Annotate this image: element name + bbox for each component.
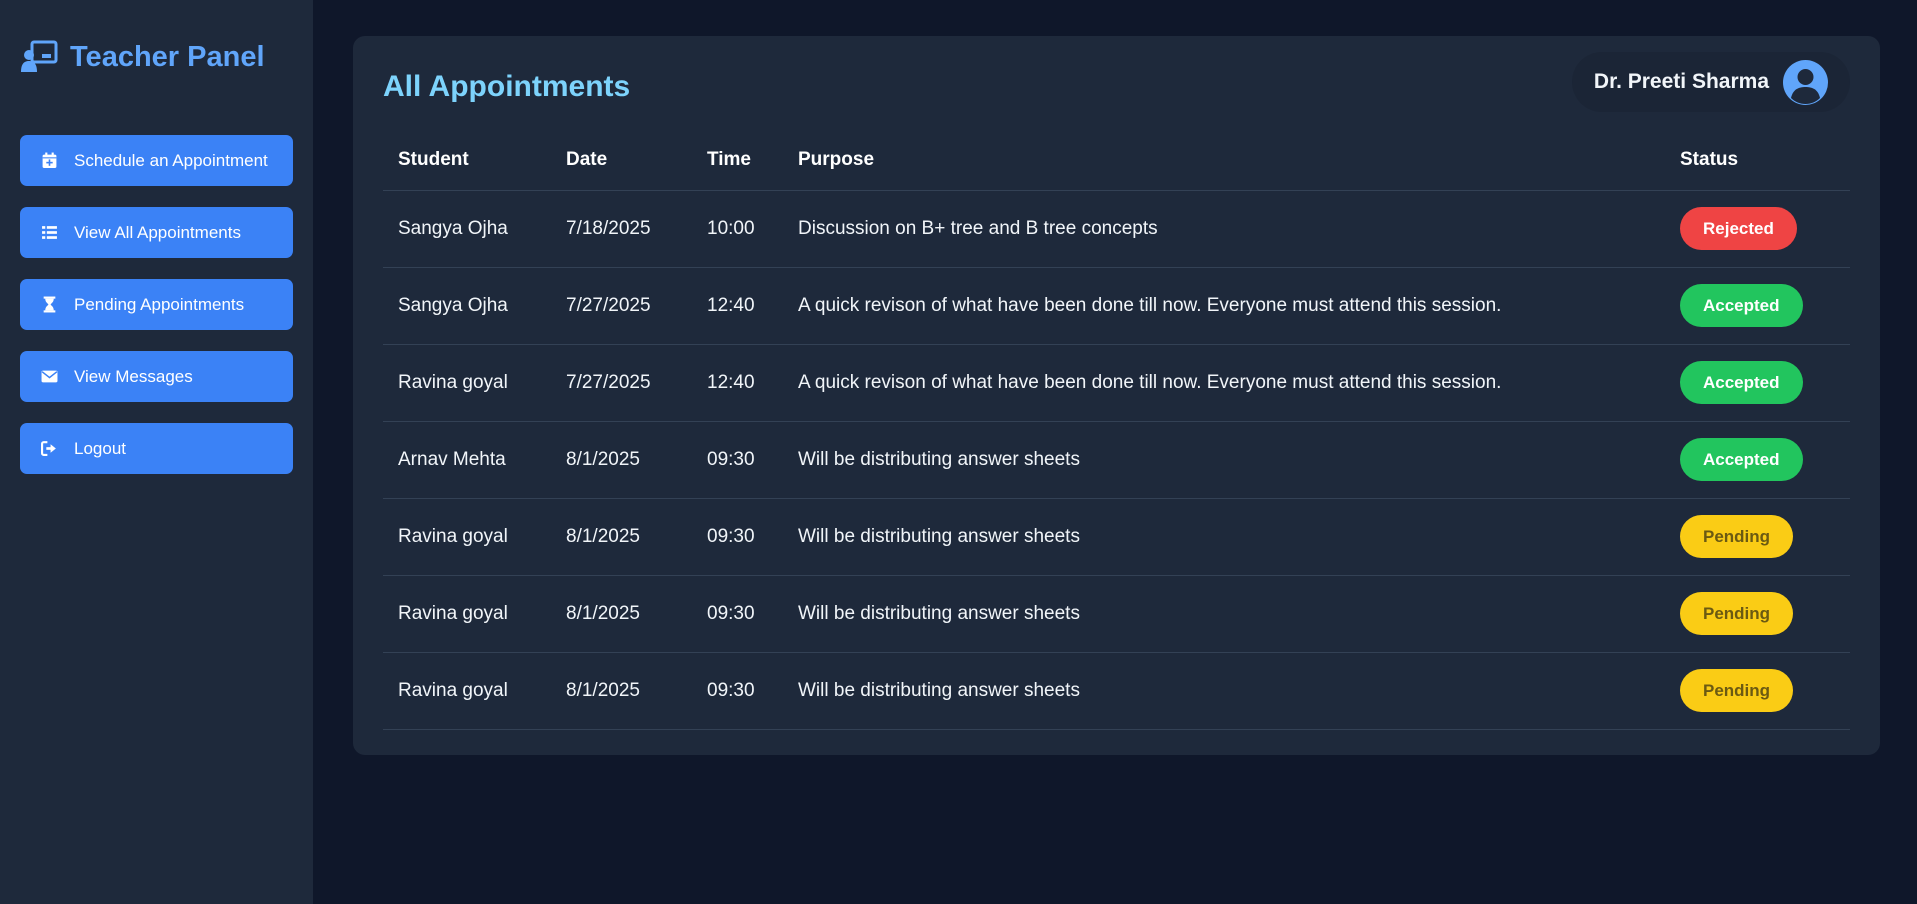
brand-title: Teacher Panel	[70, 40, 265, 73]
list-icon	[40, 224, 58, 242]
cell-status: Pending	[1665, 498, 1850, 576]
table-row: Sangya Ojha 7/27/2025 12:40 A quick revi…	[383, 267, 1850, 345]
status-badge: Rejected	[1680, 207, 1797, 250]
cell-student: Ravina goyal	[383, 652, 551, 730]
cell-status: Accepted	[1665, 421, 1850, 499]
table-row: Ravina goyal 8/1/2025 09:30 Will be dist…	[383, 575, 1850, 653]
cell-status: Accepted	[1665, 344, 1850, 422]
sign-out-icon	[40, 440, 58, 458]
logout-button[interactable]: Logout	[20, 423, 293, 474]
pending-appointments-label: Pending Appointments	[74, 294, 245, 314]
user-name: Dr. Preeti Sharma	[1593, 70, 1769, 93]
status-badge: Accepted	[1680, 284, 1803, 327]
cell-time: 12:40	[692, 267, 783, 345]
cell-time: 12:40	[692, 344, 783, 422]
table-row: Arnav Mehta 8/1/2025 09:30 Will be distr…	[383, 421, 1850, 499]
cell-student: Ravina goyal	[383, 575, 551, 653]
status-badge: Pending	[1680, 669, 1794, 712]
cell-status: Pending	[1665, 652, 1850, 730]
cell-purpose: Will be distributing answer sheets	[783, 652, 1665, 730]
cell-purpose: Will be distributing answer sheets	[783, 498, 1665, 576]
cell-date: 8/1/2025	[551, 575, 692, 653]
sidebar-nav: Schedule an Appointment View All Appoint…	[20, 135, 293, 474]
page-title: All Appointments	[383, 70, 631, 103]
cell-time: 09:30	[692, 421, 783, 499]
envelope-icon	[40, 368, 58, 386]
chalkboard-teacher-icon	[20, 40, 58, 74]
cell-date: 8/1/2025	[551, 421, 692, 499]
schedule-appointment-button[interactable]: Schedule an Appointment	[20, 135, 293, 186]
sidebar: Teacher Panel Schedule an Appointment Vi…	[0, 0, 313, 904]
status-badge: Pending	[1680, 515, 1794, 558]
status-badge: Pending	[1680, 592, 1794, 635]
cell-status: Rejected	[1665, 190, 1850, 268]
user-profile[interactable]: Dr. Preeti Sharma	[1571, 52, 1850, 112]
cell-purpose: A quick revison of what have been done t…	[783, 267, 1665, 345]
table-row: Ravina goyal 8/1/2025 09:30 Will be dist…	[383, 652, 1850, 730]
brand: Teacher Panel	[20, 40, 293, 74]
cell-student: Ravina goyal	[383, 344, 551, 422]
cell-student: Sangya Ojha	[383, 190, 551, 268]
table-row: Sangya Ojha 7/18/2025 10:00 Discussion o…	[383, 190, 1850, 268]
table-header-row: Student Date Time Purpose Status	[383, 130, 1850, 191]
cell-time: 09:30	[692, 652, 783, 730]
header-purpose: Purpose	[783, 130, 1665, 191]
view-all-appointments-label: View All Appointments	[74, 222, 241, 242]
cell-date: 8/1/2025	[551, 498, 692, 576]
cell-student: Ravina goyal	[383, 498, 551, 576]
cell-student: Sangya Ojha	[383, 267, 551, 345]
view-messages-button[interactable]: View Messages	[20, 351, 293, 402]
status-badge: Accepted	[1680, 438, 1803, 481]
appointments-table: Student Date Time Purpose Status Sangya …	[383, 130, 1850, 730]
logout-label: Logout	[74, 438, 126, 458]
cell-purpose: Discussion on B+ tree and B tree concept…	[783, 190, 1665, 268]
cell-student: Arnav Mehta	[383, 421, 551, 499]
user-avatar-icon	[1783, 59, 1828, 105]
header-student: Student	[383, 130, 551, 191]
schedule-appointment-label: Schedule an Appointment	[74, 150, 268, 170]
table-row: Ravina goyal 7/27/2025 12:40 A quick rev…	[383, 344, 1850, 422]
header-status: Status	[1665, 130, 1850, 191]
cell-date: 7/18/2025	[551, 190, 692, 268]
hourglass-icon	[40, 296, 58, 314]
cell-purpose: Will be distributing answer sheets	[783, 421, 1665, 499]
cell-time: 10:00	[692, 190, 783, 268]
cell-purpose: A quick revison of what have been done t…	[783, 344, 1665, 422]
cell-status: Pending	[1665, 575, 1850, 653]
cell-date: 7/27/2025	[551, 267, 692, 345]
cell-date: 7/27/2025	[551, 344, 692, 422]
cell-time: 09:30	[692, 498, 783, 576]
header-time: Time	[692, 130, 783, 191]
cell-purpose: Will be distributing answer sheets	[783, 575, 1665, 653]
table-row: Ravina goyal 8/1/2025 09:30 Will be dist…	[383, 498, 1850, 576]
appointments-card: All Appointments Dr. Preeti Sharma Stude…	[353, 36, 1880, 755]
cell-status: Accepted	[1665, 267, 1850, 345]
header-date: Date	[551, 130, 692, 191]
cell-date: 8/1/2025	[551, 652, 692, 730]
pending-appointments-button[interactable]: Pending Appointments	[20, 279, 293, 330]
view-all-appointments-button[interactable]: View All Appointments	[20, 207, 293, 258]
calendar-plus-icon	[40, 152, 58, 170]
view-messages-label: View Messages	[74, 366, 193, 386]
status-badge: Accepted	[1680, 361, 1803, 404]
cell-time: 09:30	[692, 575, 783, 653]
